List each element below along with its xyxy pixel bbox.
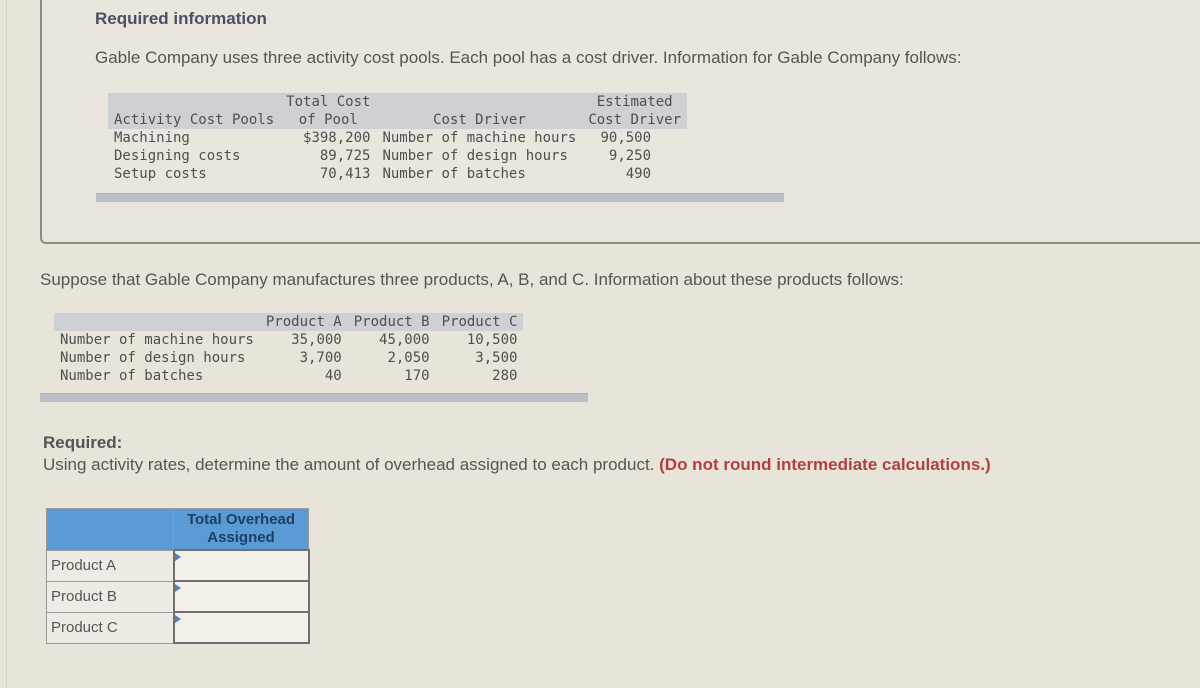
- answer-row: Product B: [46, 580, 310, 613]
- activity-cost-pool-table: Total Cost Estimated Activity Cost Pools…: [108, 93, 688, 183]
- answer-row: Product A: [46, 549, 310, 582]
- product-table-footer-bar: [40, 393, 588, 402]
- pools-header: Activity Cost Pools: [108, 111, 281, 129]
- pool-name: Designing costs: [114, 148, 241, 164]
- product-b-value: 2,050: [387, 350, 430, 366]
- product-table-header-row: Product A Product B Product C: [54, 313, 524, 331]
- required-text: Using activity rates, determine the amou…: [43, 455, 655, 474]
- product-b-overhead-input[interactable]: [174, 582, 308, 611]
- pool-row: Machining $398,200 Number of machine hou…: [108, 129, 687, 147]
- total-cost-header-line2: of Pool: [280, 111, 377, 129]
- product-c-overhead-input[interactable]: [174, 613, 308, 642]
- pool-name: Machining: [114, 130, 190, 146]
- pool-cost: 70,413: [319, 166, 371, 182]
- product-a-value: 35,000: [291, 332, 342, 348]
- product-b-header: Product B: [347, 313, 436, 331]
- product-b-overhead-cell[interactable]: [172, 580, 310, 613]
- pool-table-footer-bar: [96, 193, 784, 202]
- answer-header-row: Total Overhead Assigned: [46, 508, 309, 551]
- answer-row: Product C: [46, 611, 310, 644]
- product-row: Number of machine hours 35,000 45,000 10…: [54, 331, 523, 349]
- estimated-header-line1: Estimated: [582, 93, 688, 111]
- product-row: Number of batches 40 170 280: [54, 367, 523, 385]
- cost-driver-header: Cost Driver: [376, 111, 583, 129]
- pool-row: Setup costs 70,413 Number of batches 490: [108, 165, 687, 183]
- total-overhead-header-line2: Assigned: [207, 529, 275, 546]
- driver-header-blank: [376, 93, 583, 111]
- product-row-label: Number of batches: [60, 368, 204, 384]
- required-label: Required:: [43, 433, 123, 452]
- overhead-answer-table: Total Overhead Assigned Product A Produc…: [46, 508, 310, 644]
- product-row-label: Number of machine hours: [60, 332, 254, 348]
- pool-table-header-row-2: Activity Cost Pools of Pool Cost Driver …: [108, 111, 688, 129]
- product-a-overhead-cell[interactable]: [172, 549, 310, 582]
- input-flag-icon: [174, 615, 181, 623]
- product-c-overhead-cell[interactable]: [172, 611, 310, 644]
- answer-row-label: Product A: [46, 549, 174, 582]
- product-a-value: 3,700: [299, 350, 342, 366]
- pool-estimate: 490: [625, 166, 652, 182]
- pool-driver: Number of design hours: [382, 148, 568, 164]
- product-a-value: 40: [324, 368, 342, 384]
- page-left-rule: [6, 0, 7, 688]
- required-information-title: Required information: [95, 9, 267, 28]
- pool-cost: $398,200: [303, 130, 371, 146]
- pool-driver: Number of machine hours: [382, 130, 577, 146]
- pool-name: Setup costs: [114, 166, 207, 182]
- product-c-value: 3,500: [475, 350, 518, 366]
- required-instructions: Using activity rates, determine the amou…: [43, 455, 991, 475]
- product-b-value: 170: [404, 368, 430, 384]
- pool-estimate: 90,500: [600, 130, 652, 146]
- rounding-note: (Do not round intermediate calculations.…: [659, 455, 991, 474]
- total-cost-header-line1: Total Cost: [280, 93, 377, 111]
- answer-header-blank: [46, 508, 174, 551]
- product-b-value: 45,000: [379, 332, 430, 348]
- pool-table-header-row-1: Total Cost Estimated: [108, 93, 688, 111]
- product-c-header: Product C: [435, 313, 524, 331]
- product-info-table: Product A Product B Product C Number of …: [54, 313, 524, 385]
- products-intro-text: Suppose that Gable Company manufactures …: [40, 270, 904, 289]
- input-flag-icon: [174, 553, 181, 561]
- product-row: Number of design hours 3,700 2,050 3,500: [54, 349, 523, 367]
- pool-header-blank: [108, 93, 281, 111]
- input-flag-icon: [174, 584, 181, 592]
- product-a-header: Product A: [259, 313, 348, 331]
- product-row-label: Number of design hours: [60, 350, 246, 366]
- product-a-overhead-input[interactable]: [174, 551, 308, 580]
- total-overhead-header: Total Overhead Assigned: [173, 508, 309, 551]
- pool-cost: 89,725: [319, 148, 371, 164]
- total-overhead-header-line1: Total Overhead: [186, 511, 296, 528]
- pool-driver: Number of batches: [382, 166, 526, 182]
- pool-estimate: 9,250: [608, 148, 652, 164]
- pool-row: Designing costs 89,725 Number of design …: [108, 147, 687, 165]
- product-c-value: 280: [492, 368, 518, 384]
- product-c-value: 10,500: [466, 332, 518, 348]
- estimated-header-line2: Cost Driver: [582, 111, 688, 129]
- answer-row-label: Product C: [46, 611, 174, 644]
- answer-row-label: Product B: [46, 580, 174, 613]
- product-header-blank: [54, 313, 260, 331]
- intro-text: Gable Company uses three activity cost p…: [95, 48, 962, 67]
